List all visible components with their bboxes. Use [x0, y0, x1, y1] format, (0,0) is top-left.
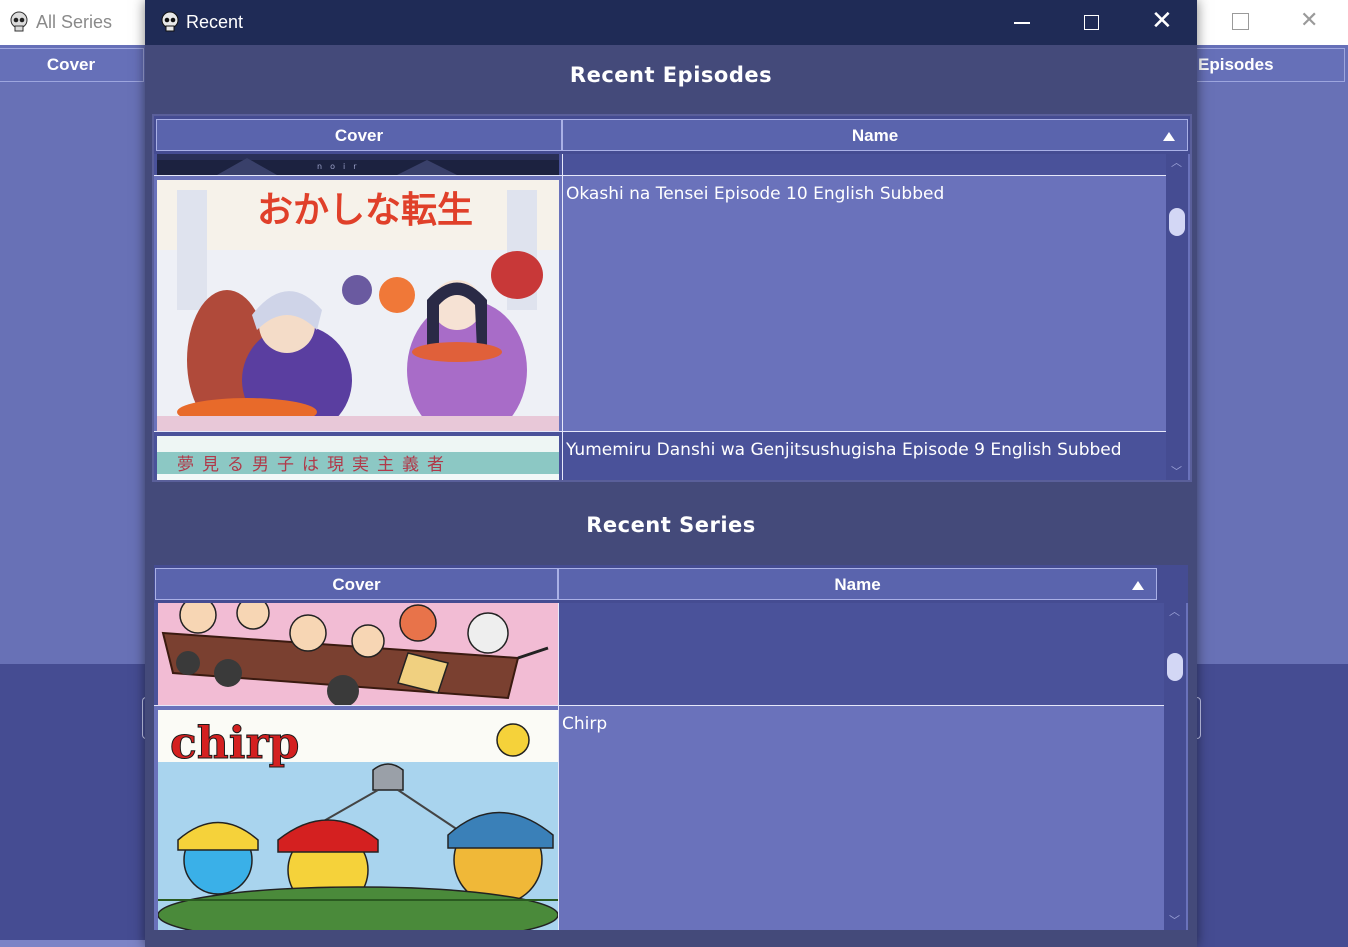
titlebar[interactable]: Recent ✕ — [145, 0, 1197, 45]
background-maximize-icon[interactable] — [1232, 13, 1249, 30]
vertical-scrollbar[interactable]: ︿ ﹀ — [1166, 154, 1188, 480]
column-header-name-label: Name — [851, 126, 899, 145]
window-title: Recent — [186, 12, 244, 32]
vertical-scrollbar[interactable]: ︿ ﹀ — [1164, 603, 1186, 930]
maximize-button[interactable] — [1068, 0, 1114, 45]
cover-image: 夢見る男子は現実主義者 — [157, 436, 559, 480]
recent-window: Recent ✕ Recent Episodes Cover Name noir… — [145, 0, 1197, 947]
okashi-cover-text: おかしな転生 — [257, 190, 473, 231]
cover-image — [158, 603, 558, 705]
table-row[interactable]: noir — [154, 154, 1166, 175]
scroll-up-icon[interactable]: ︿ — [1169, 606, 1180, 617]
episode-name: Yumemiru Danshi wa Genjitsushugisha Epis… — [566, 440, 1122, 460]
recent-series-title: Recent Series — [586, 513, 756, 537]
column-divider — [558, 603, 559, 930]
cover-image: chirp — [158, 710, 558, 930]
cover-image: おかしな転生 — [157, 180, 559, 431]
yumemiru-cover-text: 夢見る男子は現実主義者 — [177, 455, 452, 475]
chirp-cover-text: chirp — [170, 718, 299, 769]
background-header-cover[interactable]: Cover — [0, 48, 144, 82]
scrollbar-thumb[interactable] — [1169, 208, 1185, 236]
background-window-title: All Series — [36, 12, 113, 32]
maximize-icon — [1084, 15, 1099, 30]
column-header-name-label: Name — [834, 575, 881, 594]
sort-ascending-icon — [1132, 581, 1144, 590]
minimize-button[interactable] — [998, 0, 1044, 45]
skull-app-icon — [10, 11, 28, 32]
background-bottom-strip — [0, 940, 145, 947]
episode-name: Okashi na Tensei Episode 10 English Subb… — [566, 184, 945, 204]
column-divider — [562, 154, 563, 480]
background-close-icon[interactable]: ✕ — [1300, 10, 1318, 32]
column-header-cover[interactable]: Cover — [156, 119, 562, 151]
series-name: Chirp — [562, 714, 608, 734]
svg-text:noir: noir — [317, 162, 364, 171]
table-row[interactable] — [154, 603, 1164, 705]
recent-series-grid[interactable]: Cover Name chirp Chirp ︿ ﹀ — [154, 565, 1188, 930]
scroll-down-icon[interactable]: ﹀ — [1169, 915, 1180, 926]
recent-episodes-title: Recent Episodes — [569, 63, 773, 87]
table-row[interactable]: 夢見る男子は現実主義者 Yumemiru Danshi wa Genjitsus… — [154, 431, 1166, 480]
background-header-episodes[interactable]: Episodes — [1196, 48, 1345, 82]
sort-ascending-icon — [1163, 132, 1175, 141]
column-header-cover[interactable]: Cover — [155, 568, 558, 600]
scroll-down-icon[interactable]: ﹀ — [1171, 466, 1182, 477]
table-row[interactable]: chirp Chirp — [154, 705, 1164, 930]
recent-episodes-grid[interactable]: Cover Name noir おかしな転生 Okashi na Tensei … — [152, 114, 1192, 482]
scroll-up-icon[interactable]: ︿ — [1171, 157, 1182, 168]
close-icon: ✕ — [1151, 6, 1173, 36]
scrollbar-thumb[interactable] — [1167, 653, 1183, 681]
minimize-icon — [1014, 22, 1030, 24]
column-header-name[interactable]: Name — [562, 119, 1188, 151]
cover-image: noir — [157, 154, 559, 175]
close-button[interactable]: ✕ — [1138, 0, 1184, 45]
table-row[interactable]: おかしな転生 Okashi na Tensei Episode 10 Engli… — [154, 175, 1166, 432]
column-header-name[interactable]: Name — [558, 568, 1157, 600]
skull-app-icon — [161, 11, 179, 32]
